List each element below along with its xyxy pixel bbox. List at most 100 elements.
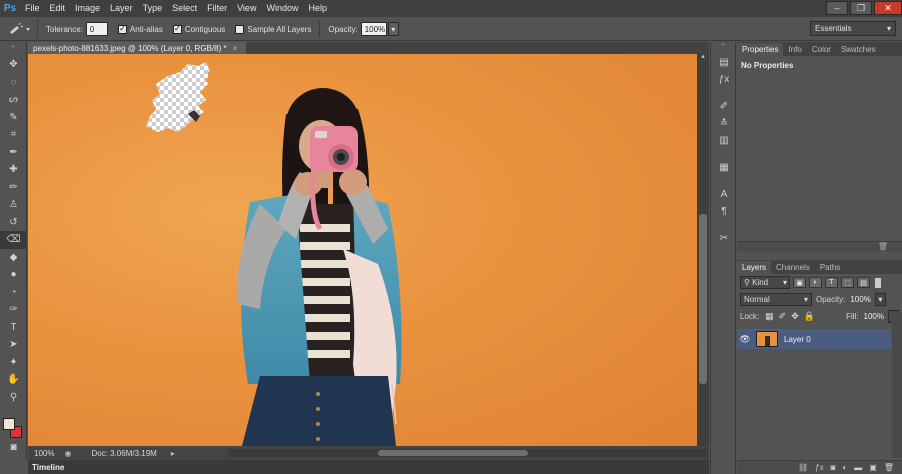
- menu-view[interactable]: View: [232, 0, 261, 17]
- type-tool-icon[interactable]: T: [0, 319, 27, 337]
- workspace-switcher[interactable]: Essentials ▾: [810, 21, 896, 36]
- trash-icon[interactable]: 🗑: [878, 242, 888, 251]
- delete-layer-icon[interactable]: 🗑: [884, 463, 894, 472]
- clone-source-panel-icon[interactable]: ≛: [711, 115, 737, 132]
- dodge-tool-icon[interactable]: ◔: [0, 284, 27, 302]
- tab-properties[interactable]: Properties: [737, 43, 784, 56]
- panel-collapse-icon[interactable]: ››: [0, 42, 26, 56]
- fill-input[interactable]: 100%: [861, 310, 886, 323]
- menu-window[interactable]: Window: [261, 0, 303, 17]
- healing-brush-tool-icon[interactable]: ✚: [0, 161, 27, 179]
- history-panel-icon[interactable]: ▤: [711, 54, 737, 71]
- quick-select-tool-icon[interactable]: ✎: [0, 109, 27, 127]
- magic-eraser-tool-icon[interactable]: ⌫: [0, 231, 27, 249]
- tab-color[interactable]: Color: [807, 43, 836, 56]
- layer-name[interactable]: Layer 0: [784, 335, 811, 344]
- adjustment-layer-icon[interactable]: ◐: [842, 463, 847, 472]
- opacity-input[interactable]: 100%: [360, 22, 387, 36]
- menu-image[interactable]: Image: [70, 0, 105, 17]
- menu-file[interactable]: File: [20, 0, 45, 17]
- layer-filter-kind-dropdown[interactable]: ⚲ Kind ▾: [740, 276, 790, 289]
- opacity-dropdown-button[interactable]: ▾: [387, 22, 399, 36]
- zoom-level[interactable]: 100%: [34, 449, 54, 458]
- shape-tool-icon[interactable]: ✦: [0, 354, 27, 372]
- tolerance-input[interactable]: 0: [85, 22, 108, 36]
- clone-stamp-tool-icon[interactable]: ♙: [0, 196, 27, 214]
- lasso-tool-icon[interactable]: ᔕ: [0, 91, 27, 109]
- restore-button[interactable]: ❐: [850, 1, 872, 15]
- filter-toggle-switch[interactable]: [875, 277, 881, 288]
- brush-panel-icon[interactable]: ✐: [711, 98, 737, 115]
- filter-pixel-icon[interactable]: ▣: [793, 277, 806, 288]
- hand-tool-icon[interactable]: ✋: [0, 371, 27, 389]
- pen-tool-icon[interactable]: ✑: [0, 301, 27, 319]
- layers-scrollbar[interactable]: [892, 312, 902, 458]
- tool-preset-picker[interactable]: [0, 19, 38, 39]
- menu-edit[interactable]: Edit: [45, 0, 71, 17]
- horizontal-scroll-thumb[interactable]: [378, 450, 528, 456]
- scroll-up-icon[interactable]: ▲: [697, 54, 709, 60]
- filter-smart-object-icon[interactable]: ▤: [857, 277, 870, 288]
- brush-tool-icon[interactable]: ✏: [0, 179, 27, 197]
- minimize-button[interactable]: –: [826, 1, 848, 15]
- panel-expand-icon[interactable]: ‹‹: [711, 42, 735, 50]
- sample-all-layers-checkbox[interactable]: [235, 24, 245, 34]
- blend-mode-dropdown[interactable]: Normal ▾: [740, 293, 812, 306]
- close-button[interactable]: ✕: [874, 1, 902, 15]
- new-layer-icon[interactable]: ▣: [869, 463, 877, 472]
- tab-swatches[interactable]: Swatches: [836, 43, 881, 56]
- vertical-scrollbar[interactable]: ▲: [697, 54, 709, 446]
- crop-tool-icon[interactable]: ⌗: [0, 126, 27, 144]
- tool-presets-panel-icon[interactable]: ✂: [711, 230, 737, 247]
- eyedropper-tool-icon[interactable]: ✒: [0, 144, 27, 162]
- status-info-icon[interactable]: ◉: [64, 449, 71, 458]
- layer-opacity-input[interactable]: 100%: [848, 293, 873, 306]
- adjustments-panel-icon[interactable]: ▥: [711, 132, 737, 149]
- paragraph-panel-icon[interactable]: ¶: [711, 203, 737, 220]
- menu-type[interactable]: Type: [138, 0, 168, 17]
- menu-filter[interactable]: Filter: [202, 0, 232, 17]
- filter-type-icon[interactable]: T: [825, 277, 838, 288]
- foreground-color-swatch[interactable]: [3, 418, 15, 430]
- timeline-panel-tab[interactable]: Timeline: [28, 460, 709, 474]
- blur-tool-icon[interactable]: ●: [0, 266, 27, 284]
- character-panel-icon[interactable]: A: [711, 186, 737, 203]
- contiguous-checkbox[interactable]: ✓: [172, 24, 182, 34]
- tab-info[interactable]: Info: [783, 43, 806, 56]
- layer-opacity-slider-button[interactable]: ▾: [874, 293, 886, 306]
- link-layers-icon[interactable]: ⛓: [798, 463, 808, 472]
- close-icon[interactable]: ×: [233, 44, 238, 53]
- filter-shape-icon[interactable]: ⬚: [841, 277, 854, 288]
- menu-layer[interactable]: Layer: [105, 0, 138, 17]
- tab-layers[interactable]: Layers: [737, 261, 772, 274]
- history-brush-tool-icon[interactable]: ↺: [0, 214, 27, 232]
- antialias-checkbox[interactable]: ✓: [117, 24, 127, 34]
- lock-position-icon[interactable]: ✥: [791, 311, 799, 322]
- new-group-icon[interactable]: ▬: [854, 463, 862, 472]
- filter-adjustment-icon[interactable]: ◐: [809, 277, 822, 288]
- add-mask-icon[interactable]: ◙: [831, 463, 836, 472]
- actions-panel-icon[interactable]: ƒx: [711, 71, 737, 88]
- lock-all-icon[interactable]: 🔒: [804, 311, 815, 322]
- quick-mask-icon[interactable]: ◙: [0, 439, 27, 457]
- vertical-scroll-thumb[interactable]: [699, 214, 707, 384]
- tab-channels[interactable]: Channels: [771, 261, 815, 274]
- document-tab[interactable]: pexels-photo-881633.jpeg @ 100% (Layer 0…: [28, 42, 246, 54]
- lock-image-pixels-icon[interactable]: ✐: [779, 311, 787, 322]
- paint-bucket-tool-icon[interactable]: ◆: [0, 249, 27, 267]
- move-tool-icon[interactable]: ✥: [0, 56, 27, 74]
- status-menu-arrow-icon[interactable]: ▸: [171, 449, 175, 458]
- menu-help[interactable]: Help: [303, 0, 332, 17]
- eye-icon[interactable]: 👁: [737, 334, 753, 345]
- path-selection-tool-icon[interactable]: ➤: [0, 336, 27, 354]
- menu-select[interactable]: Select: [167, 0, 202, 17]
- layer-style-icon[interactable]: ƒx: [815, 463, 823, 472]
- layer-comps-panel-icon[interactable]: ▦: [711, 159, 737, 176]
- lock-transparent-pixels-icon[interactable]: ▦: [765, 311, 774, 322]
- tab-paths[interactable]: Paths: [815, 261, 845, 274]
- marquee-tool-icon[interactable]: ◌: [0, 74, 27, 92]
- horizontal-scrollbar[interactable]: [228, 449, 708, 457]
- document-canvas[interactable]: [28, 54, 697, 446]
- layer-row[interactable]: 👁 Layer 0: [737, 329, 891, 349]
- zoom-tool-icon[interactable]: ⚲: [0, 389, 27, 407]
